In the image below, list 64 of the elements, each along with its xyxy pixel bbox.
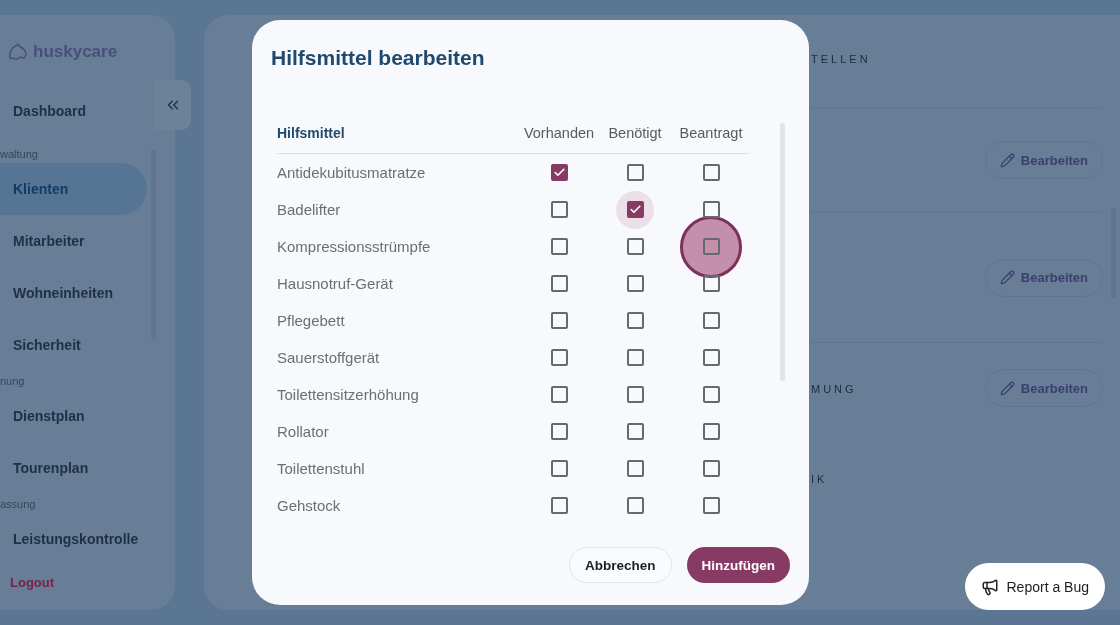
section-heading: IK bbox=[811, 473, 828, 485]
sidebar-item[interactable]: Leistungskontrolle bbox=[0, 513, 147, 557]
column-header: Hilfsmittel bbox=[277, 125, 346, 141]
checkbox[interactable] bbox=[702, 164, 720, 181]
column-header: Beantragt bbox=[678, 125, 744, 141]
sidebar-item[interactable]: Wohneinheiten bbox=[0, 267, 147, 319]
checkbox[interactable] bbox=[626, 275, 644, 292]
checkbox[interactable] bbox=[702, 238, 720, 255]
checkbox[interactable] bbox=[626, 386, 644, 403]
checkbox[interactable] bbox=[550, 164, 568, 181]
logout-link[interactable]: Logout bbox=[0, 575, 175, 590]
aid-name: Badelifter bbox=[277, 201, 342, 218]
checkbox[interactable] bbox=[626, 238, 644, 255]
aid-name: Gehstock bbox=[277, 497, 342, 514]
aid-name: Antidekubitusmatratze bbox=[277, 164, 427, 181]
report-bug-button[interactable]: Report a Bug bbox=[964, 563, 1105, 610]
sidebar-item[interactable]: Tourenplan bbox=[0, 442, 147, 494]
sidebar-item[interactable]: Mitarbeiter bbox=[0, 215, 147, 267]
checkbox[interactable] bbox=[626, 497, 644, 514]
column-header: Benötigt bbox=[607, 125, 663, 141]
megaphone-icon bbox=[980, 577, 999, 596]
checkbox[interactable] bbox=[702, 349, 720, 366]
sidebar-item[interactable]: Dashboard bbox=[0, 85, 147, 137]
checkbox[interactable] bbox=[550, 423, 568, 440]
checkbox[interactable] bbox=[702, 386, 720, 403]
checkbox[interactable] bbox=[550, 275, 568, 292]
sidebar-item[interactable]: Sicherheit bbox=[0, 319, 147, 371]
pencil-icon bbox=[999, 380, 1015, 396]
aid-name: Pflegebett bbox=[277, 312, 346, 329]
checkbox[interactable] bbox=[702, 497, 720, 514]
aid-name: Hausnotruf-Gerät bbox=[277, 275, 394, 292]
aid-name: Kompressionsstrümpfe bbox=[277, 238, 432, 255]
checkbox[interactable] bbox=[626, 312, 644, 329]
checkbox[interactable] bbox=[550, 312, 568, 329]
checkbox[interactable] bbox=[550, 201, 568, 218]
add-button[interactable]: Hinzufügen bbox=[686, 547, 790, 583]
checkbox[interactable] bbox=[626, 423, 644, 440]
section-heading: TELLEN bbox=[811, 53, 871, 65]
checkbox[interactable] bbox=[550, 349, 568, 366]
checkbox[interactable] bbox=[550, 386, 568, 403]
aid-name: Rollator bbox=[277, 423, 330, 440]
aid-name: Sauerstoffgerät bbox=[277, 349, 381, 366]
section-heading: MUNG bbox=[811, 383, 857, 395]
sidebar-item[interactable]: Dienstplan bbox=[0, 390, 147, 442]
check-icon bbox=[552, 166, 566, 179]
checkbox[interactable] bbox=[550, 460, 568, 477]
checkbox[interactable] bbox=[626, 164, 644, 181]
cancel-button[interactable]: Abbrechen bbox=[569, 547, 672, 583]
checkbox[interactable] bbox=[626, 349, 644, 366]
column-header: Vorhanden bbox=[522, 125, 596, 141]
pencil-icon bbox=[999, 152, 1015, 168]
sidebar-item[interactable]: Klienten bbox=[0, 163, 147, 215]
aid-name: Toilettensitzerhöhung bbox=[277, 386, 420, 403]
checkbox[interactable] bbox=[626, 460, 644, 477]
check-icon bbox=[628, 203, 642, 216]
checkbox[interactable] bbox=[702, 312, 720, 329]
checkbox[interactable] bbox=[702, 423, 720, 440]
aid-name: Toilettenstuhl bbox=[277, 460, 366, 477]
pencil-icon bbox=[999, 270, 1015, 285]
dialog-title: Hilfsmittel bearbeiten bbox=[271, 46, 486, 70]
checkbox[interactable] bbox=[550, 238, 568, 255]
checkbox[interactable] bbox=[550, 497, 568, 514]
checkbox[interactable] bbox=[702, 460, 720, 477]
checkbox[interactable] bbox=[702, 275, 720, 292]
